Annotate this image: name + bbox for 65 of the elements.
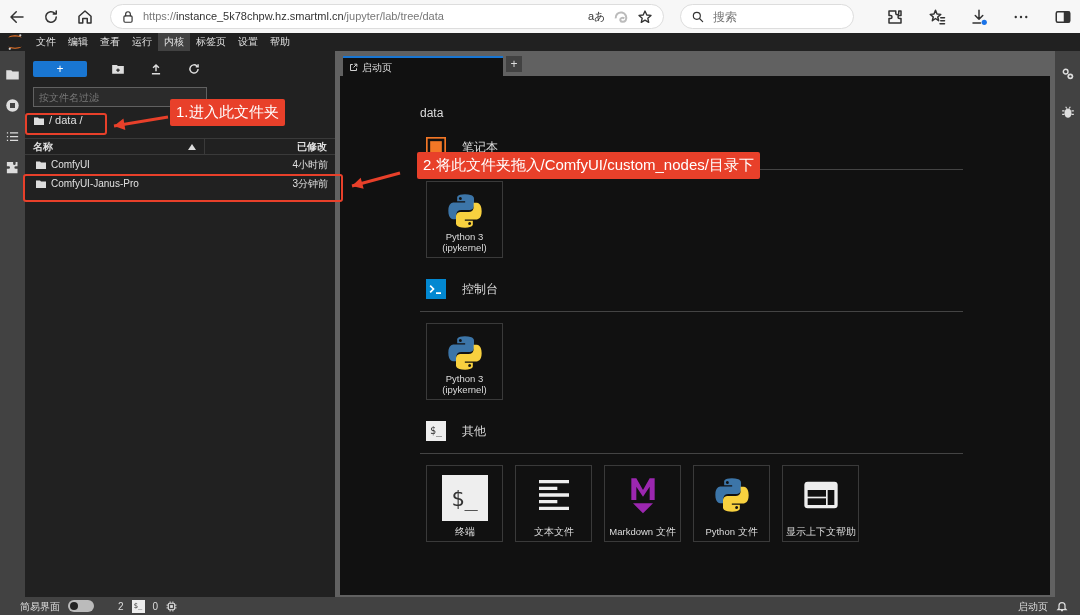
launcher-card[interactable]: 文本文件 bbox=[515, 465, 592, 542]
launcher-card[interactable]: Python 3 (ipykernel) bbox=[426, 181, 503, 258]
search-icon bbox=[691, 9, 706, 24]
launcher-title: data bbox=[420, 106, 445, 121]
launcher-card[interactable]: Python 3 (ipykernel) bbox=[426, 323, 503, 400]
new-launcher-button[interactable]: + bbox=[33, 61, 87, 77]
annotation-arrow bbox=[351, 171, 401, 189]
gears-icon[interactable] bbox=[1060, 67, 1075, 81]
modified-time: 4小时前 bbox=[292, 158, 328, 172]
menu-item[interactable]: 标签页 bbox=[190, 33, 232, 51]
reload-icon[interactable] bbox=[42, 7, 60, 26]
section-heading: 控制台 bbox=[462, 280, 498, 298]
launcher-card[interactable]: Markdown 文件 bbox=[604, 465, 681, 542]
column-header[interactable]: 名称 bbox=[25, 139, 205, 154]
bug-icon[interactable] bbox=[1060, 105, 1075, 119]
search-field[interactable]: 搜索 bbox=[680, 4, 854, 29]
terminal-icon: $_ bbox=[426, 420, 446, 441]
launcher-card[interactable]: 显示上下文帮助 bbox=[782, 465, 859, 542]
annotation-arrow bbox=[113, 115, 169, 130]
menu-item[interactable]: 查看 bbox=[94, 33, 126, 51]
active-tab-label: 启动页 bbox=[1018, 599, 1048, 614]
breadcrumb-link[interactable]: / data / bbox=[49, 112, 83, 129]
tab[interactable]: 启动页 bbox=[343, 56, 503, 76]
new-folder-icon[interactable] bbox=[111, 62, 125, 76]
lock-icon bbox=[121, 9, 135, 24]
file-name[interactable]: ComfyUI bbox=[51, 157, 289, 172]
new-tab-button[interactable]: + bbox=[506, 56, 522, 72]
menu-item[interactable]: 内核 bbox=[158, 33, 190, 51]
refresh-icon[interactable] bbox=[187, 62, 201, 76]
section-heading: 其他 bbox=[462, 422, 486, 440]
simple-mode-toggle[interactable] bbox=[68, 600, 94, 612]
launcher-card[interactable]: Python 文件 bbox=[693, 465, 770, 542]
menu-item[interactable]: 帮助 bbox=[264, 33, 296, 51]
file-name[interactable]: ComfyUI-Janus-Pro bbox=[51, 176, 289, 191]
modified-time: 3分钟前 bbox=[292, 177, 328, 191]
list-icon[interactable] bbox=[5, 129, 20, 144]
annotation-callout: 1.进入此文件夹 bbox=[170, 99, 285, 126]
menu-item[interactable]: 运行 bbox=[126, 33, 158, 51]
simple-mode-label: 简易界面 bbox=[20, 599, 60, 614]
puzzle-icon[interactable] bbox=[5, 160, 20, 175]
cpu-icon bbox=[166, 600, 178, 612]
annotation-callout: 2.将此文件夹拖入/ComfyUI/custom_nodes/目录下 bbox=[417, 152, 760, 179]
stop-icon[interactable] bbox=[5, 98, 20, 113]
translate-button[interactable]: aあ bbox=[588, 8, 606, 25]
menu-item[interactable]: 设置 bbox=[232, 33, 264, 51]
upload-icon[interactable] bbox=[149, 62, 163, 76]
folder-icon[interactable] bbox=[5, 67, 20, 82]
column-header[interactable]: 已修改 bbox=[205, 139, 335, 154]
launch-icon bbox=[349, 62, 358, 72]
menu-item[interactable]: 文件 bbox=[30, 33, 62, 51]
star-icon[interactable] bbox=[637, 8, 654, 25]
url-text: https://instance_5k78chpw.hz.smartml.cn/jupyter/lab/tree/data bbox=[143, 9, 445, 25]
terminal-icon: $_ bbox=[441, 475, 488, 521]
address-field[interactable]: https://instance_5k78chpw.hz.smartml.cn/jupyter/lab/tree/data aあ bbox=[110, 4, 665, 29]
kernel-count: 2 bbox=[118, 599, 124, 614]
launcher-card[interactable]: $_ 终端 bbox=[426, 465, 503, 542]
home-icon[interactable] bbox=[76, 7, 94, 26]
menu-item[interactable]: 编辑 bbox=[62, 33, 94, 51]
extensions-icon[interactable] bbox=[886, 7, 904, 26]
search-placeholder: 搜索 bbox=[713, 8, 738, 26]
favorites-icon[interactable] bbox=[928, 7, 946, 26]
bell-icon[interactable] bbox=[1056, 600, 1068, 612]
console-icon bbox=[426, 278, 446, 299]
download-icon[interactable] bbox=[970, 7, 988, 26]
terminal-count: 0 bbox=[152, 599, 159, 614]
